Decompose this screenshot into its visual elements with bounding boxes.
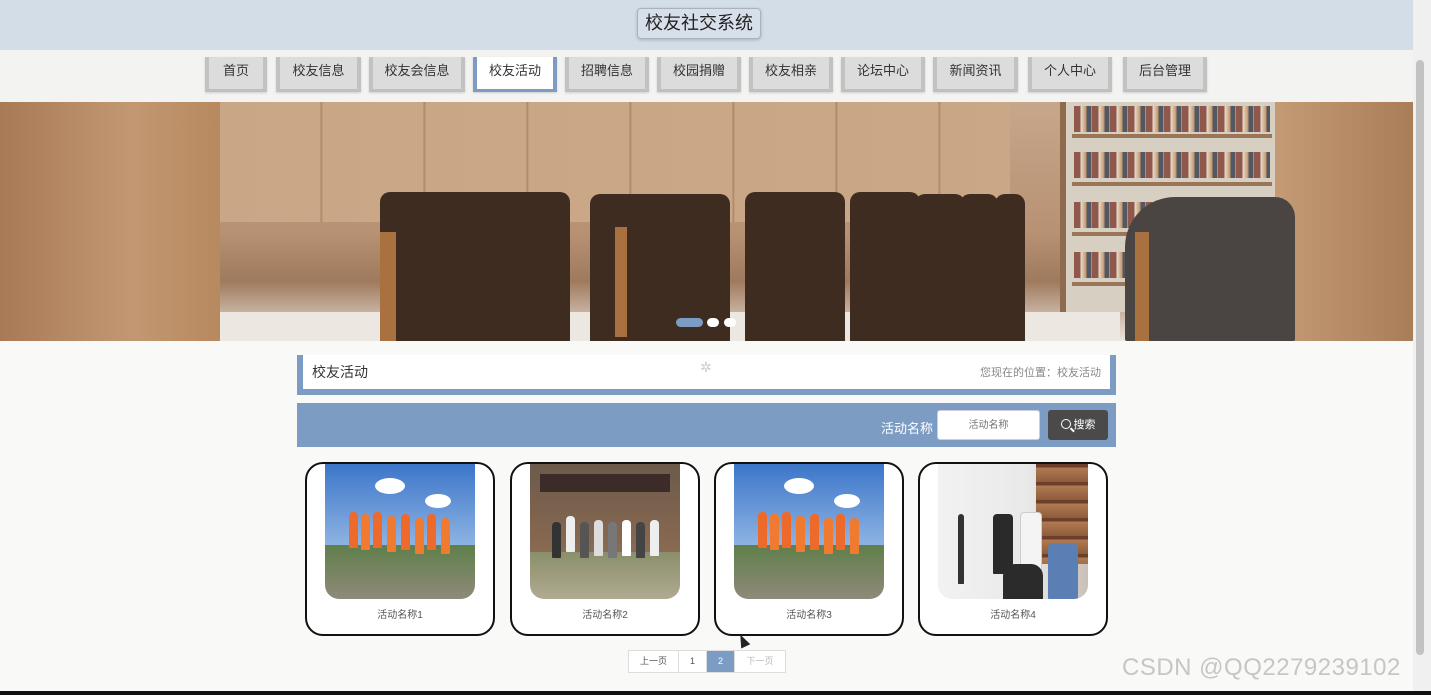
loading-spinner-icon: ✲ (700, 359, 712, 375)
banner-carousel[interactable] (0, 102, 1413, 341)
nav-item-alumni-info[interactable]: 校友信息 (276, 57, 361, 92)
activity-name: 活动名称4 (990, 610, 1036, 621)
activity-image (325, 464, 475, 599)
activity-image (734, 464, 884, 599)
site-title: 校友社交系统 (637, 8, 761, 39)
activity-name: 活动名称2 (582, 610, 628, 621)
activity-name: 活动名称3 (786, 610, 832, 621)
activity-image (530, 464, 680, 599)
page-scrollbar[interactable] (1413, 0, 1431, 695)
activity-card[interactable]: 活动名称4 (918, 462, 1108, 636)
nav-item-news[interactable]: 新闻资讯 (933, 57, 1018, 92)
next-page-button[interactable]: 下一页 (735, 651, 785, 672)
activity-name-input[interactable] (937, 410, 1040, 440)
nav-item-dating[interactable]: 校友相亲 (749, 57, 833, 92)
page-button-2[interactable]: 2 (707, 651, 735, 672)
search-bar: 活动名称 搜索 (297, 403, 1116, 447)
breadcrumb: 您现在的位置：校友活动 (980, 367, 1101, 379)
top-header: 校友社交系统 (0, 0, 1413, 50)
watermark: CSDN @QQ2279239102 (1122, 654, 1401, 681)
activity-card[interactable]: 活动名称2 (510, 462, 700, 636)
search-icon (1060, 419, 1071, 429)
nav-item-alumni-association[interactable]: 校友会信息 (369, 57, 465, 92)
page-button-1[interactable]: 1 (679, 651, 707, 672)
nav-item-forum[interactable]: 论坛中心 (841, 57, 925, 92)
search-button[interactable]: 搜索 (1048, 410, 1108, 440)
main-nav: 首页 校友信息 校友会信息 校友活动 招聘信息 校园捐赠 校友相亲 论坛中心 新… (0, 50, 1413, 102)
pagination: 上一页 1 2 下一页 (628, 650, 786, 673)
search-label: 活动名称 (881, 421, 934, 436)
carousel-dot-3[interactable] (724, 318, 736, 327)
activity-name: 活动名称1 (377, 610, 423, 621)
prev-page-button[interactable]: 上一页 (629, 651, 679, 672)
activity-card[interactable]: 活动名称1 (305, 462, 495, 636)
nav-item-home[interactable]: 首页 (205, 57, 267, 92)
carousel-dot-1[interactable] (676, 318, 703, 327)
carousel-dot-2[interactable] (707, 318, 719, 327)
nav-item-donation[interactable]: 校园捐赠 (657, 57, 741, 92)
nav-item-admin[interactable]: 后台管理 (1123, 57, 1207, 92)
nav-item-personal-center[interactable]: 个人中心 (1028, 57, 1112, 92)
nav-item-recruitment[interactable]: 招聘信息 (565, 57, 649, 92)
activity-card[interactable]: 活动名称3 (714, 462, 904, 636)
carousel-indicators (676, 318, 746, 328)
nav-item-alumni-activities[interactable]: 校友活动 (473, 57, 557, 92)
section-title: 校友活动 (312, 364, 368, 380)
activity-image (938, 464, 1088, 599)
section-header: 校友活动 ✲ 您现在的位置：校友活动 (297, 355, 1116, 395)
scrollbar-thumb[interactable] (1416, 60, 1424, 655)
